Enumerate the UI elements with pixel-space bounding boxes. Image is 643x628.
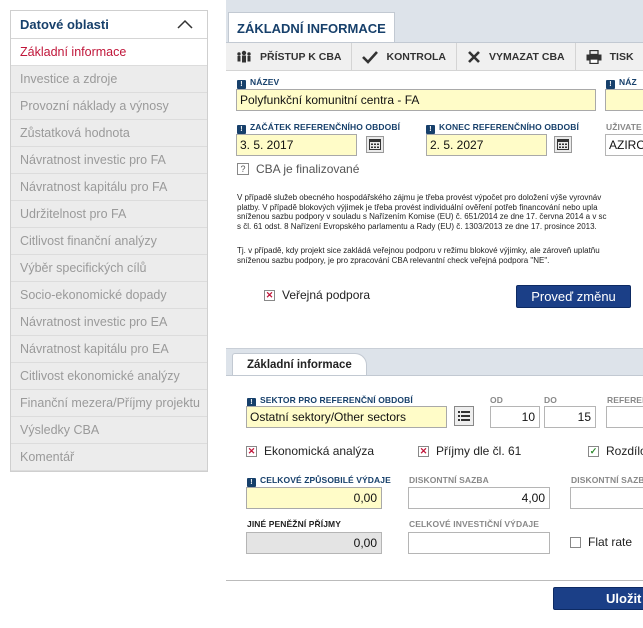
apply-change-button[interactable]: Proveď změnu — [516, 285, 631, 308]
main-area: ZÁKLADNÍ INFORMACE PŘÍSTUP K CBA KONTROL… — [226, 0, 643, 628]
print-button[interactable]: TISK — [576, 43, 643, 71]
info-text-1: V případě služeb obecného hospodářského … — [237, 193, 607, 231]
app-root: Datové oblasti Základní informace Investi… — [0, 0, 643, 628]
sidebar-list: Základní informace Investice a zdroje Prov… — [11, 39, 207, 471]
to-label: DO — [544, 395, 557, 405]
content-panel: PŘÍSTUP K CBA KONTROLA VYMAZAT CBA TISK … — [226, 42, 643, 628]
sidebar-item[interactable]: Citlivost ekonomické analýzy — [11, 363, 207, 390]
end-period-field[interactable]: 2. 5. 2027 — [426, 134, 547, 156]
printer-icon — [586, 50, 602, 64]
total-investment-field[interactable] — [408, 532, 550, 554]
chevron-up-icon[interactable] — [177, 17, 193, 32]
sidebar-item[interactable]: Návratnost investic pro EA — [11, 309, 207, 336]
print-label: TISK — [609, 51, 634, 63]
sidebar-item[interactable]: Návratnost kapitálu pro FA — [11, 174, 207, 201]
flat-rate-checkbox[interactable]: Flat rate — [570, 535, 632, 549]
difference-checkbox[interactable]: ✓ Rozdílo — [588, 444, 643, 458]
close-icon — [468, 51, 480, 63]
help-icon: ? — [237, 163, 249, 175]
delete-cba-label: VYMAZAT CBA — [488, 51, 565, 63]
from-field[interactable]: 10 — [490, 406, 540, 428]
income-art61-checkbox[interactable]: ✕ Příjmy dle čl. 61 — [418, 444, 521, 458]
economic-analysis-checkbox[interactable]: ✕ Ekonomická analýza — [246, 444, 374, 458]
divider — [226, 375, 643, 376]
sidebar-item[interactable]: Investice a zdroje — [11, 66, 207, 93]
sidebar-item[interactable]: Provozní náklady a výnosy — [11, 93, 207, 120]
to-field[interactable]: 15 — [544, 406, 596, 428]
discount-rate-2-field[interactable] — [570, 487, 643, 509]
delete-cba-button[interactable]: VYMAZAT CBA — [457, 43, 576, 71]
access-cba-button[interactable]: PŘÍSTUP K CBA — [226, 43, 353, 71]
check-button[interactable]: KONTROLA — [352, 43, 457, 71]
from-label: OD — [490, 395, 503, 405]
checkbox-empty-icon — [570, 536, 581, 548]
checkbox-x-icon: ✕ — [418, 445, 429, 457]
sidebar-item[interactable]: Návratnost investic pro FA — [11, 147, 207, 174]
sidebar-item[interactable]: Socio-ekonomické dopady — [11, 282, 207, 309]
flat-rate-label: Flat rate — [588, 535, 633, 549]
income-art61-label: Příjmy dle čl. 61 — [436, 444, 522, 458]
cba-finalized-label: CBA je finalizované — [256, 162, 360, 176]
other-income-label: JINÉ PENĚŽNÍ PŘÍJMY — [247, 519, 342, 529]
sidebar-header[interactable]: Datové oblasti — [11, 11, 207, 39]
reference-field[interactable] — [606, 406, 643, 428]
user-field[interactable]: AZIRO — [605, 134, 643, 156]
eligible-costs-label: ! CELKOVÉ ZPŮSOBILÉ VÝDAJE — [247, 475, 391, 487]
name-field[interactable]: Polyfunkční komunitní centra - FA — [236, 89, 596, 111]
sidebar-item[interactable]: Udržitelnost pro FA — [11, 201, 207, 228]
save-button[interactable]: Uložit — [553, 587, 643, 610]
name-label-2: ! NÁZ — [606, 77, 637, 89]
state-aid-label: Veřejná podpora — [282, 288, 371, 302]
sidebar-item[interactable]: Výsledky CBA — [11, 417, 207, 444]
sidebar-item[interactable]: Základní informace — [11, 39, 207, 66]
cba-finalized-checkbox: ? CBA je finalizované — [237, 162, 359, 176]
start-period-field[interactable]: 3. 5. 2017 — [236, 134, 357, 156]
sidebar: Datové oblasti Základní informace Investi… — [10, 10, 208, 472]
economic-analysis-label: Ekonomická analýza — [264, 444, 375, 458]
sidebar-item[interactable]: Návratnost kapitálu pro EA — [11, 336, 207, 363]
info-text-2: Tj. v případě, kdy projekt sice zakládá … — [237, 246, 600, 265]
sidebar-title: Datové oblasti — [20, 17, 109, 32]
end-period-label: ! KONEC REFERENČNÍHO OBDOBÍ — [426, 122, 579, 134]
users-icon — [237, 50, 251, 63]
sidebar-item[interactable]: Komentář — [11, 444, 207, 471]
discount-rate-field[interactable]: 4,00 — [408, 487, 550, 509]
checkbox-check-icon: ✓ — [588, 445, 599, 457]
access-cba-label: PŘÍSTUP K CBA — [260, 51, 342, 63]
reference-label: REFEREN — [607, 395, 643, 405]
name-field-2[interactable] — [605, 89, 643, 111]
checkbox-x-icon: ✕ — [246, 445, 257, 457]
check-label: KONTROLA — [386, 51, 446, 63]
eligible-costs-field[interactable]: 0,00 — [246, 487, 382, 509]
sidebar-item[interactable]: Zůstatková hodnota — [11, 120, 207, 147]
difference-label: Rozdílo — [606, 444, 643, 458]
total-investment-label: CELKOVÉ INVESTIČNÍ VÝDAJE — [409, 519, 540, 529]
toolbar: PŘÍSTUP K CBA KONTROLA VYMAZAT CBA TISK — [226, 43, 643, 71]
calendar-icon[interactable] — [554, 136, 572, 153]
discount-rate-label: DISKONTNÍ SAZBA — [409, 475, 489, 485]
name-label: ! NÁZEV — [237, 77, 279, 89]
user-label: UŽIVATE — [606, 122, 642, 132]
sidebar-item[interactable]: Citlivost finanční analýzy — [11, 228, 207, 255]
other-income-field: 0,00 — [246, 532, 382, 554]
state-aid-checkbox[interactable]: ✕ Veřejná podpora — [264, 288, 370, 302]
discount-rate-2-label: DISKONTNÍ SAZBA — [571, 475, 643, 485]
sector-field[interactable]: Ostatní sektory/Other sectors — [246, 406, 447, 428]
checkmark-icon — [362, 51, 379, 64]
start-period-label: ! ZAČÁTEK REFERENČNÍHO OBDOBÍ — [237, 122, 400, 134]
list-icon[interactable] — [454, 406, 474, 426]
sidebar-item[interactable]: Finanční mezera/Příjmy projektu — [11, 390, 207, 417]
tab-zakladni-informace[interactable]: ZÁKLADNÍ INFORMACE — [228, 12, 395, 42]
checkbox-x-icon: ✕ — [264, 289, 275, 301]
footer-divider — [226, 580, 643, 581]
sidebar-item[interactable]: Výběr specifických cílů — [11, 255, 207, 282]
subtab-zakladni-informace[interactable]: Základní informace — [232, 353, 367, 375]
calendar-icon[interactable] — [366, 136, 384, 153]
